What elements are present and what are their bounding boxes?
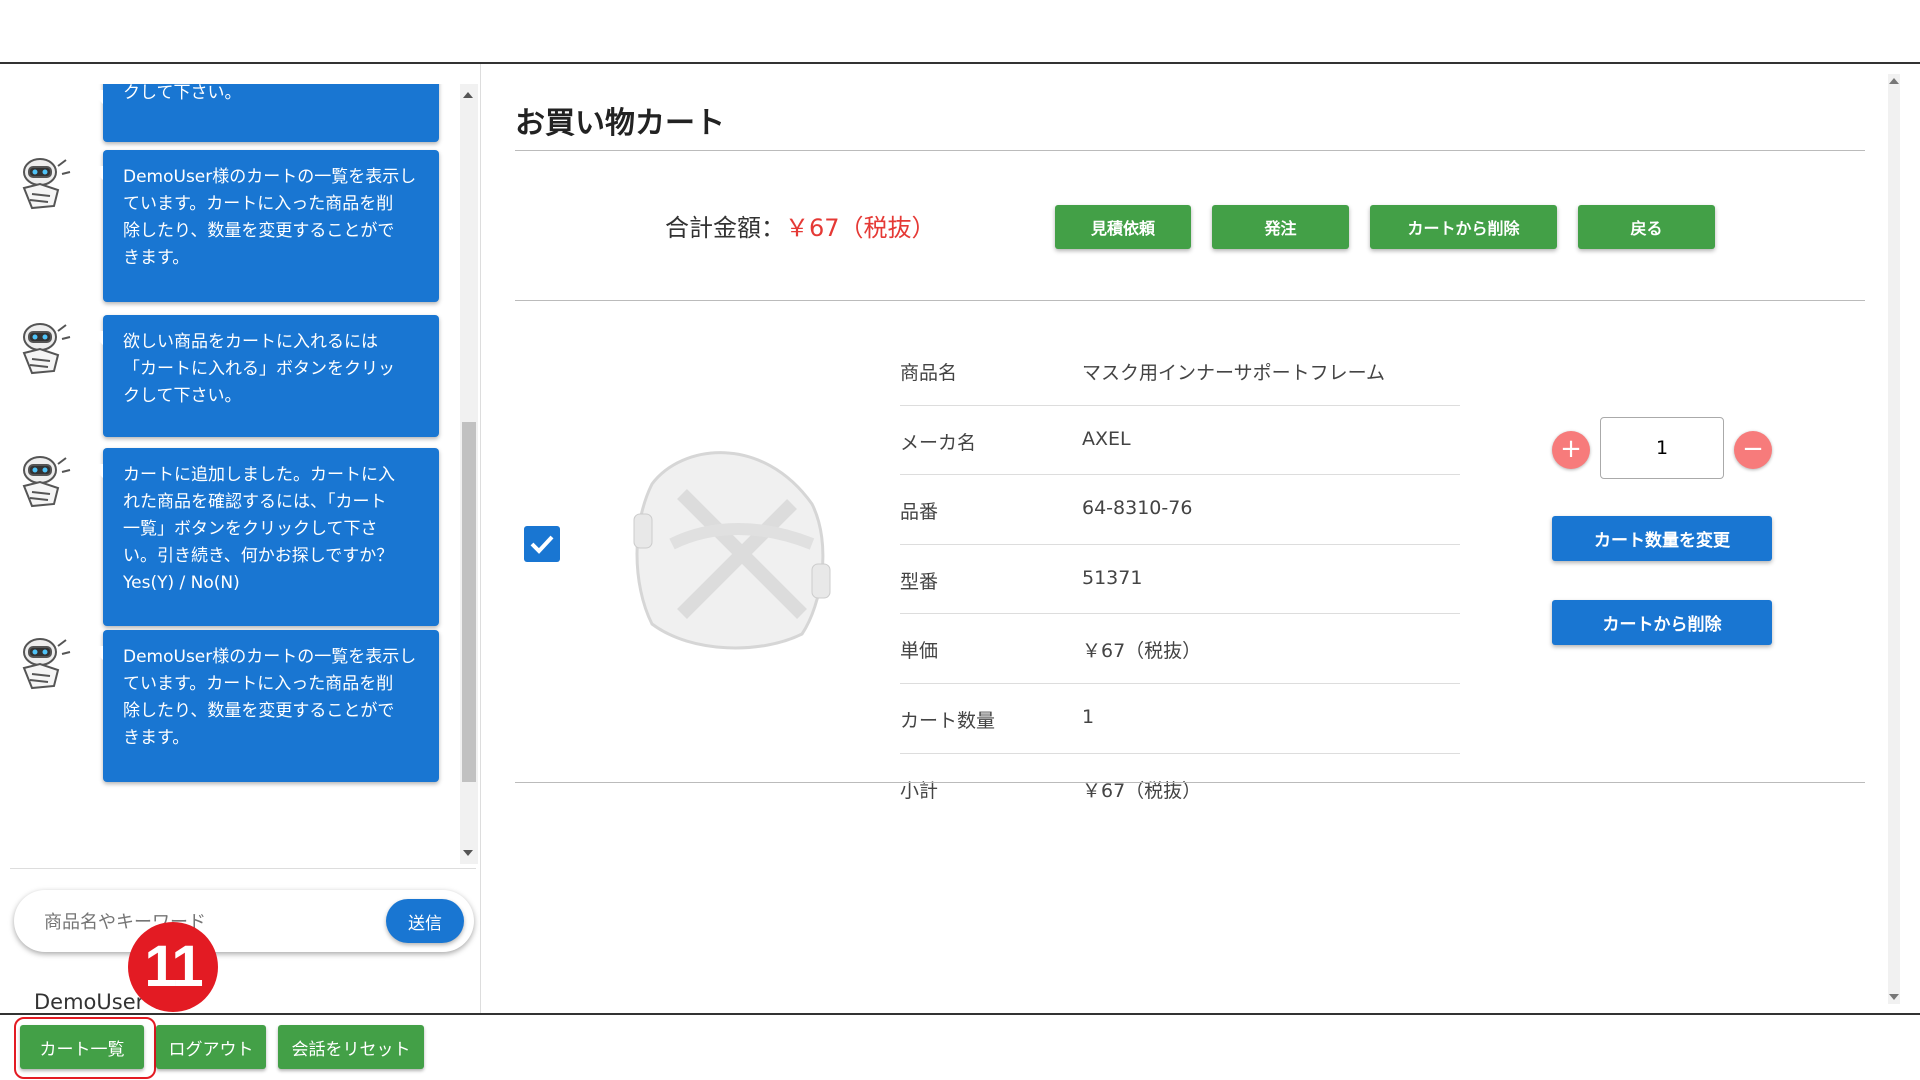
chat-history[interactable]: クして下さい。 DemoUser様のカートの一覧を表示し ています。カートに入っ… [0, 84, 462, 864]
robot-avatar-icon [22, 456, 71, 508]
item-checkbox[interactable] [524, 526, 560, 562]
detail-key: 型番 [900, 570, 939, 593]
chat-scrollbar[interactable] [460, 84, 478, 864]
scroll-up-icon[interactable] [1889, 78, 1899, 84]
detail-value: マスク用インナーサポートフレーム [1082, 362, 1386, 384]
chat-panel: クして下さい。 DemoUser様のカートの一覧を表示し ています。カートに入っ… [0, 64, 481, 1079]
remove-from-cart-button[interactable]: カートから削除 [1370, 205, 1557, 249]
change-quantity-button[interactable]: カート数量を変更 [1552, 516, 1772, 561]
detail-value: ￥67（税抜） [1082, 640, 1202, 663]
detail-value: 64-8310-76 [1082, 497, 1193, 520]
bot-bubble: カートに追加しました。カートに入 れた商品を確認するには、「カート 一覧」ボタン… [89, 448, 439, 626]
detail-key: 品番 [900, 501, 939, 524]
total-label: 合計金額： [665, 214, 785, 242]
quote-request-button[interactable]: 見積依頼 [1055, 205, 1191, 249]
robot-avatar-icon [22, 323, 71, 375]
scroll-down-icon[interactable] [463, 850, 473, 856]
detail-row-unit-price: 単価 ￥67（税抜） [900, 614, 1460, 684]
item-remove-button[interactable]: カートから削除 [1552, 600, 1772, 645]
bot-bubble: 欲しい商品をカートに入れるには 「カートに入れる」ボタンをクリッ クして下さい。 [89, 315, 439, 437]
quantity-minus-icon[interactable]: − [1734, 431, 1772, 469]
bot-bubble: DemoUser様のカートの一覧を表示し ています。カートに入った商品を削 除し… [89, 150, 439, 302]
main-scrollbar[interactable] [1888, 74, 1900, 1004]
chat-divider [10, 868, 476, 869]
reset-conversation-button[interactable]: 会話をリセット [278, 1025, 424, 1069]
detail-value: ￥67（税抜） [1082, 779, 1202, 802]
title-divider [515, 150, 1865, 151]
item-details: 商品名 マスク用インナーサポートフレーム メーカ名 AXEL 品番 64-831… [900, 336, 1460, 822]
total-value: ￥67（税抜） [785, 214, 936, 242]
bot-bubble: クして下さい。 [89, 84, 439, 142]
page-title: お買い物カート [515, 106, 725, 141]
detail-row-product-name: 商品名 マスク用インナーサポートフレーム [900, 336, 1460, 406]
detail-value: 51371 [1082, 566, 1143, 589]
chat-input-bar: 送信 [14, 890, 474, 952]
detail-key: 小計 [900, 779, 939, 802]
detail-key: 単価 [900, 640, 939, 663]
detail-row-subtotal: 小計 ￥67（税抜） [900, 754, 1460, 823]
robot-avatar-icon [22, 158, 71, 210]
scroll-down-icon[interactable] [1889, 994, 1899, 1000]
chat-scroll-thumb[interactable] [462, 422, 476, 782]
checkmark-icon [530, 535, 554, 554]
detail-key: カート数量 [900, 709, 996, 732]
cart-main: お買い物カート 合計金額：￥67（税抜） 見積依頼 発注 カートから削除 戻る … [482, 64, 1900, 1013]
scroll-up-icon[interactable] [463, 92, 473, 98]
bot-bubble: DemoUser様のカートの一覧を表示し ています。カートに入った商品を削 除し… [89, 630, 439, 782]
detail-value: 1 [1082, 705, 1095, 728]
detail-row-item-number: 品番 64-8310-76 [900, 475, 1460, 545]
logout-button[interactable]: ログアウト [156, 1025, 266, 1069]
detail-row-maker: メーカ名 AXEL [900, 406, 1460, 476]
order-button[interactable]: 発注 [1212, 205, 1349, 249]
detail-key: 商品名 [900, 362, 958, 384]
detail-row-model-number: 型番 51371 [900, 545, 1460, 615]
items-top-divider [515, 300, 1865, 301]
detail-value: AXEL [1082, 427, 1131, 450]
items-bottom-divider [515, 782, 1865, 783]
detail-row-cart-quantity: カート数量 1 [900, 684, 1460, 754]
user-name: DemoUser [34, 990, 145, 1014]
send-button[interactable]: 送信 [386, 899, 464, 943]
back-button[interactable]: 戻る [1578, 205, 1715, 249]
cart-total: 合計金額：￥67（税抜） [665, 208, 936, 243]
robot-avatar-icon [22, 638, 71, 690]
step-number-badge: 11 [128, 922, 218, 1012]
detail-key: メーカ名 [900, 431, 977, 454]
bottom-divider [0, 1013, 1920, 1015]
product-image [633, 451, 831, 650]
quantity-input[interactable] [1600, 417, 1724, 479]
quantity-plus-icon[interactable]: + [1552, 431, 1590, 469]
cart-list-button[interactable]: カート一覧 [20, 1025, 144, 1069]
